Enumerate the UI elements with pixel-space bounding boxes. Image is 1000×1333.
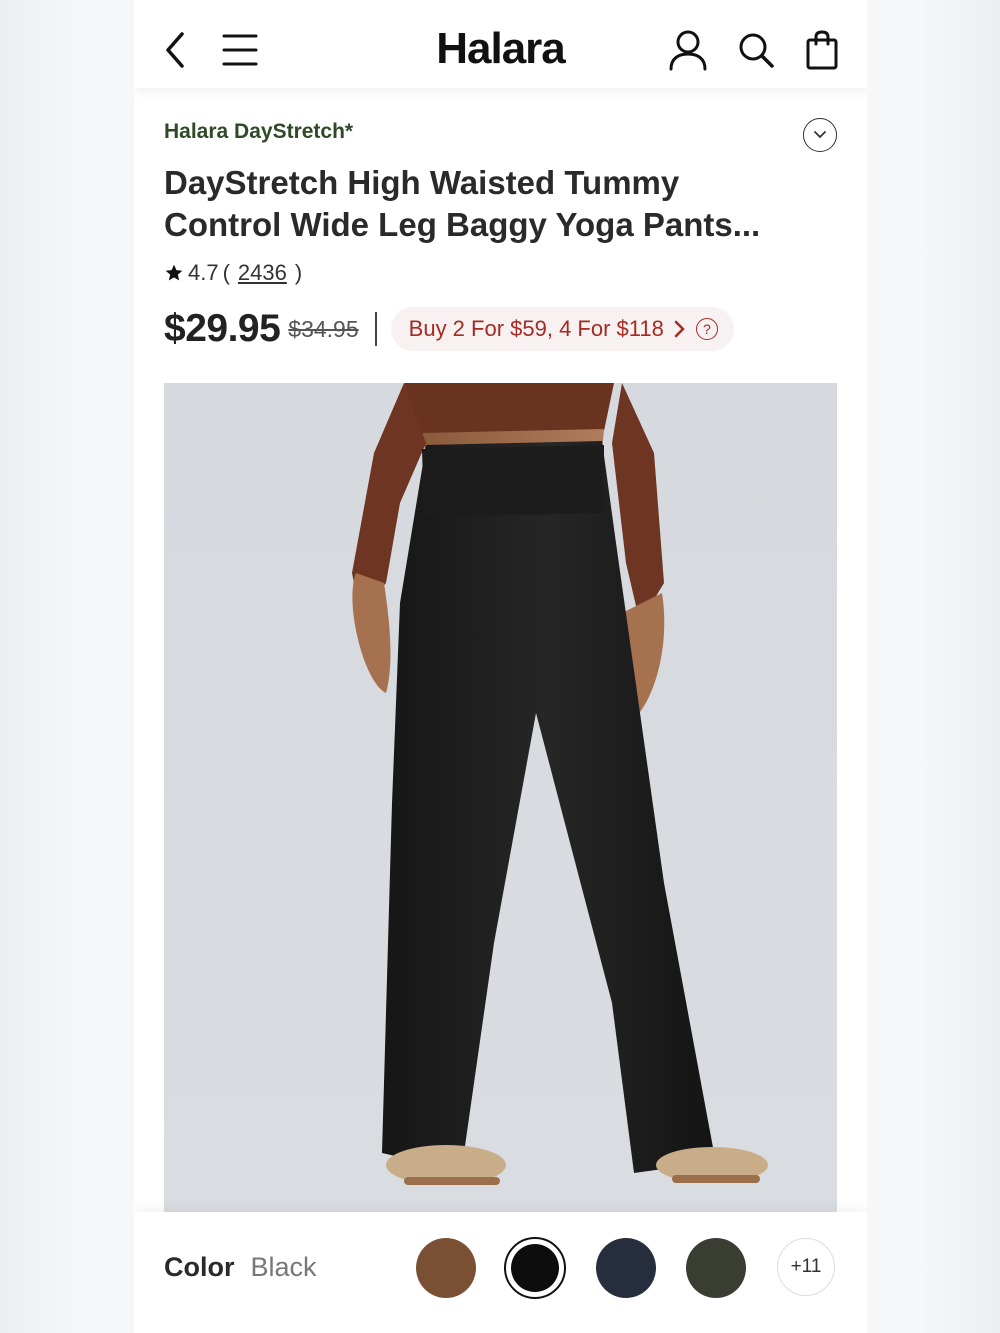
bag-icon[interactable] xyxy=(798,26,846,74)
top-nav: Halara xyxy=(134,0,867,88)
rating-summary: 4.7 ( 2436 ) xyxy=(164,260,302,286)
brand-name[interactable]: Halara DayStretch* xyxy=(164,120,353,144)
search-icon[interactable] xyxy=(732,26,780,74)
price-divider xyxy=(374,312,377,346)
promo-text: Buy 2 For $59, 4 For $118 xyxy=(408,316,664,341)
price-row: $29.95 $34.95 Buy 2 For $59, 4 For $118 … xyxy=(164,306,734,352)
product-image[interactable] xyxy=(164,383,837,1213)
sale-price: $29.95 xyxy=(164,307,281,350)
more-colors-button[interactable]: +11 xyxy=(777,1238,835,1296)
color-swatch-olive[interactable] xyxy=(686,1238,746,1298)
product-title: DayStretch High Waisted Tummy Control Wi… xyxy=(164,164,761,243)
product-page: Halara Halara DayStretch* DayStretch Hig… xyxy=(134,0,867,1333)
chevron-down-icon xyxy=(814,131,826,139)
review-count-link[interactable]: 2436 xyxy=(234,260,291,286)
color-selector: Color Black +11 xyxy=(134,1212,867,1333)
color-swatch-black[interactable] xyxy=(504,1237,566,1299)
bundle-promo-button[interactable]: Buy 2 For $59, 4 For $118 ? xyxy=(390,307,734,351)
rating-value: 4.7 xyxy=(188,260,219,285)
expand-toggle-button[interactable] xyxy=(803,118,837,152)
color-label: Color Black xyxy=(164,1252,317,1283)
star-icon xyxy=(165,264,183,281)
chevron-right-icon xyxy=(674,320,685,338)
rating-paren-close: ) xyxy=(294,260,303,285)
color-swatch-navy[interactable] xyxy=(596,1238,656,1298)
original-price: $34.95 xyxy=(288,315,359,342)
color-label-key: Color xyxy=(164,1252,235,1282)
pants-photo xyxy=(352,383,768,1185)
account-icon[interactable] xyxy=(664,26,712,74)
selected-color-name: Black xyxy=(250,1252,317,1282)
help-icon[interactable]: ? xyxy=(695,318,718,340)
rating-paren-open: ( xyxy=(222,260,230,285)
color-swatch-brown[interactable] xyxy=(416,1238,476,1298)
